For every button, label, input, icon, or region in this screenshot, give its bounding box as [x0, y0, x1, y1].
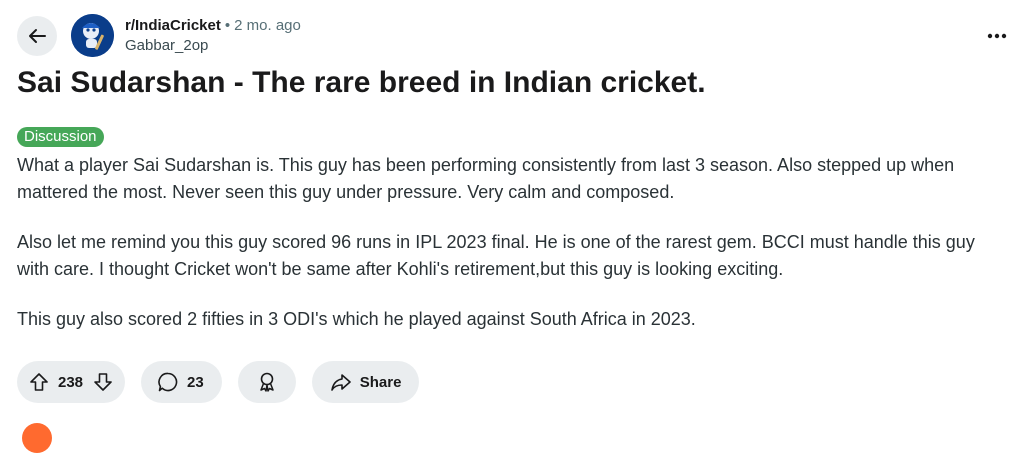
post-meta: r/IndiaCricket • 2 mo. ago Gabbar_2op	[125, 16, 301, 55]
subreddit-link[interactable]: r/IndiaCricket	[125, 17, 221, 34]
ellipsis-icon	[987, 33, 1007, 39]
more-options-button[interactable]	[982, 22, 1012, 50]
post-actions: 238 23 Share	[17, 361, 420, 403]
body-paragraph: Also let me remind you this guy scored 9…	[17, 232, 975, 279]
share-button[interactable]: Share	[311, 361, 420, 403]
vote-group: 238	[17, 361, 126, 403]
post-flair[interactable]: Discussion	[17, 127, 104, 147]
arrow-left-icon	[29, 29, 46, 43]
author-link[interactable]: Gabbar_2op	[125, 36, 301, 55]
meta-separator: •	[224, 17, 231, 34]
award-ribbon-icon	[259, 372, 274, 392]
vote-count: 238	[58, 373, 84, 391]
post-time: 2 mo. ago	[234, 17, 301, 34]
post-body: What a player Sai Sudarshan is. This guy…	[17, 152, 1007, 356]
body-paragraph: This guy also scored 2 fifties in 3 ODI'…	[17, 309, 696, 329]
subreddit-avatar[interactable]	[71, 14, 114, 57]
share-arrow-icon	[330, 374, 351, 391]
comment-count: 23	[187, 373, 204, 391]
share-label: Share	[359, 373, 402, 391]
downvote-button[interactable]	[91, 370, 115, 394]
arrow-up-icon	[30, 373, 48, 391]
cricket-mascot-icon	[71, 14, 114, 57]
back-button[interactable]	[17, 16, 57, 56]
speech-bubble-icon	[158, 372, 178, 392]
body-paragraph: What a player Sai Sudarshan is. This guy…	[17, 155, 955, 202]
post-title[interactable]: Sai Sudarshan - The rare breed in Indian…	[17, 64, 706, 102]
comments-button[interactable]: 23	[141, 361, 222, 403]
award-button[interactable]	[237, 361, 296, 403]
upvote-button[interactable]	[27, 370, 51, 394]
arrow-down-icon	[94, 373, 112, 391]
next-item-avatar	[22, 423, 52, 453]
